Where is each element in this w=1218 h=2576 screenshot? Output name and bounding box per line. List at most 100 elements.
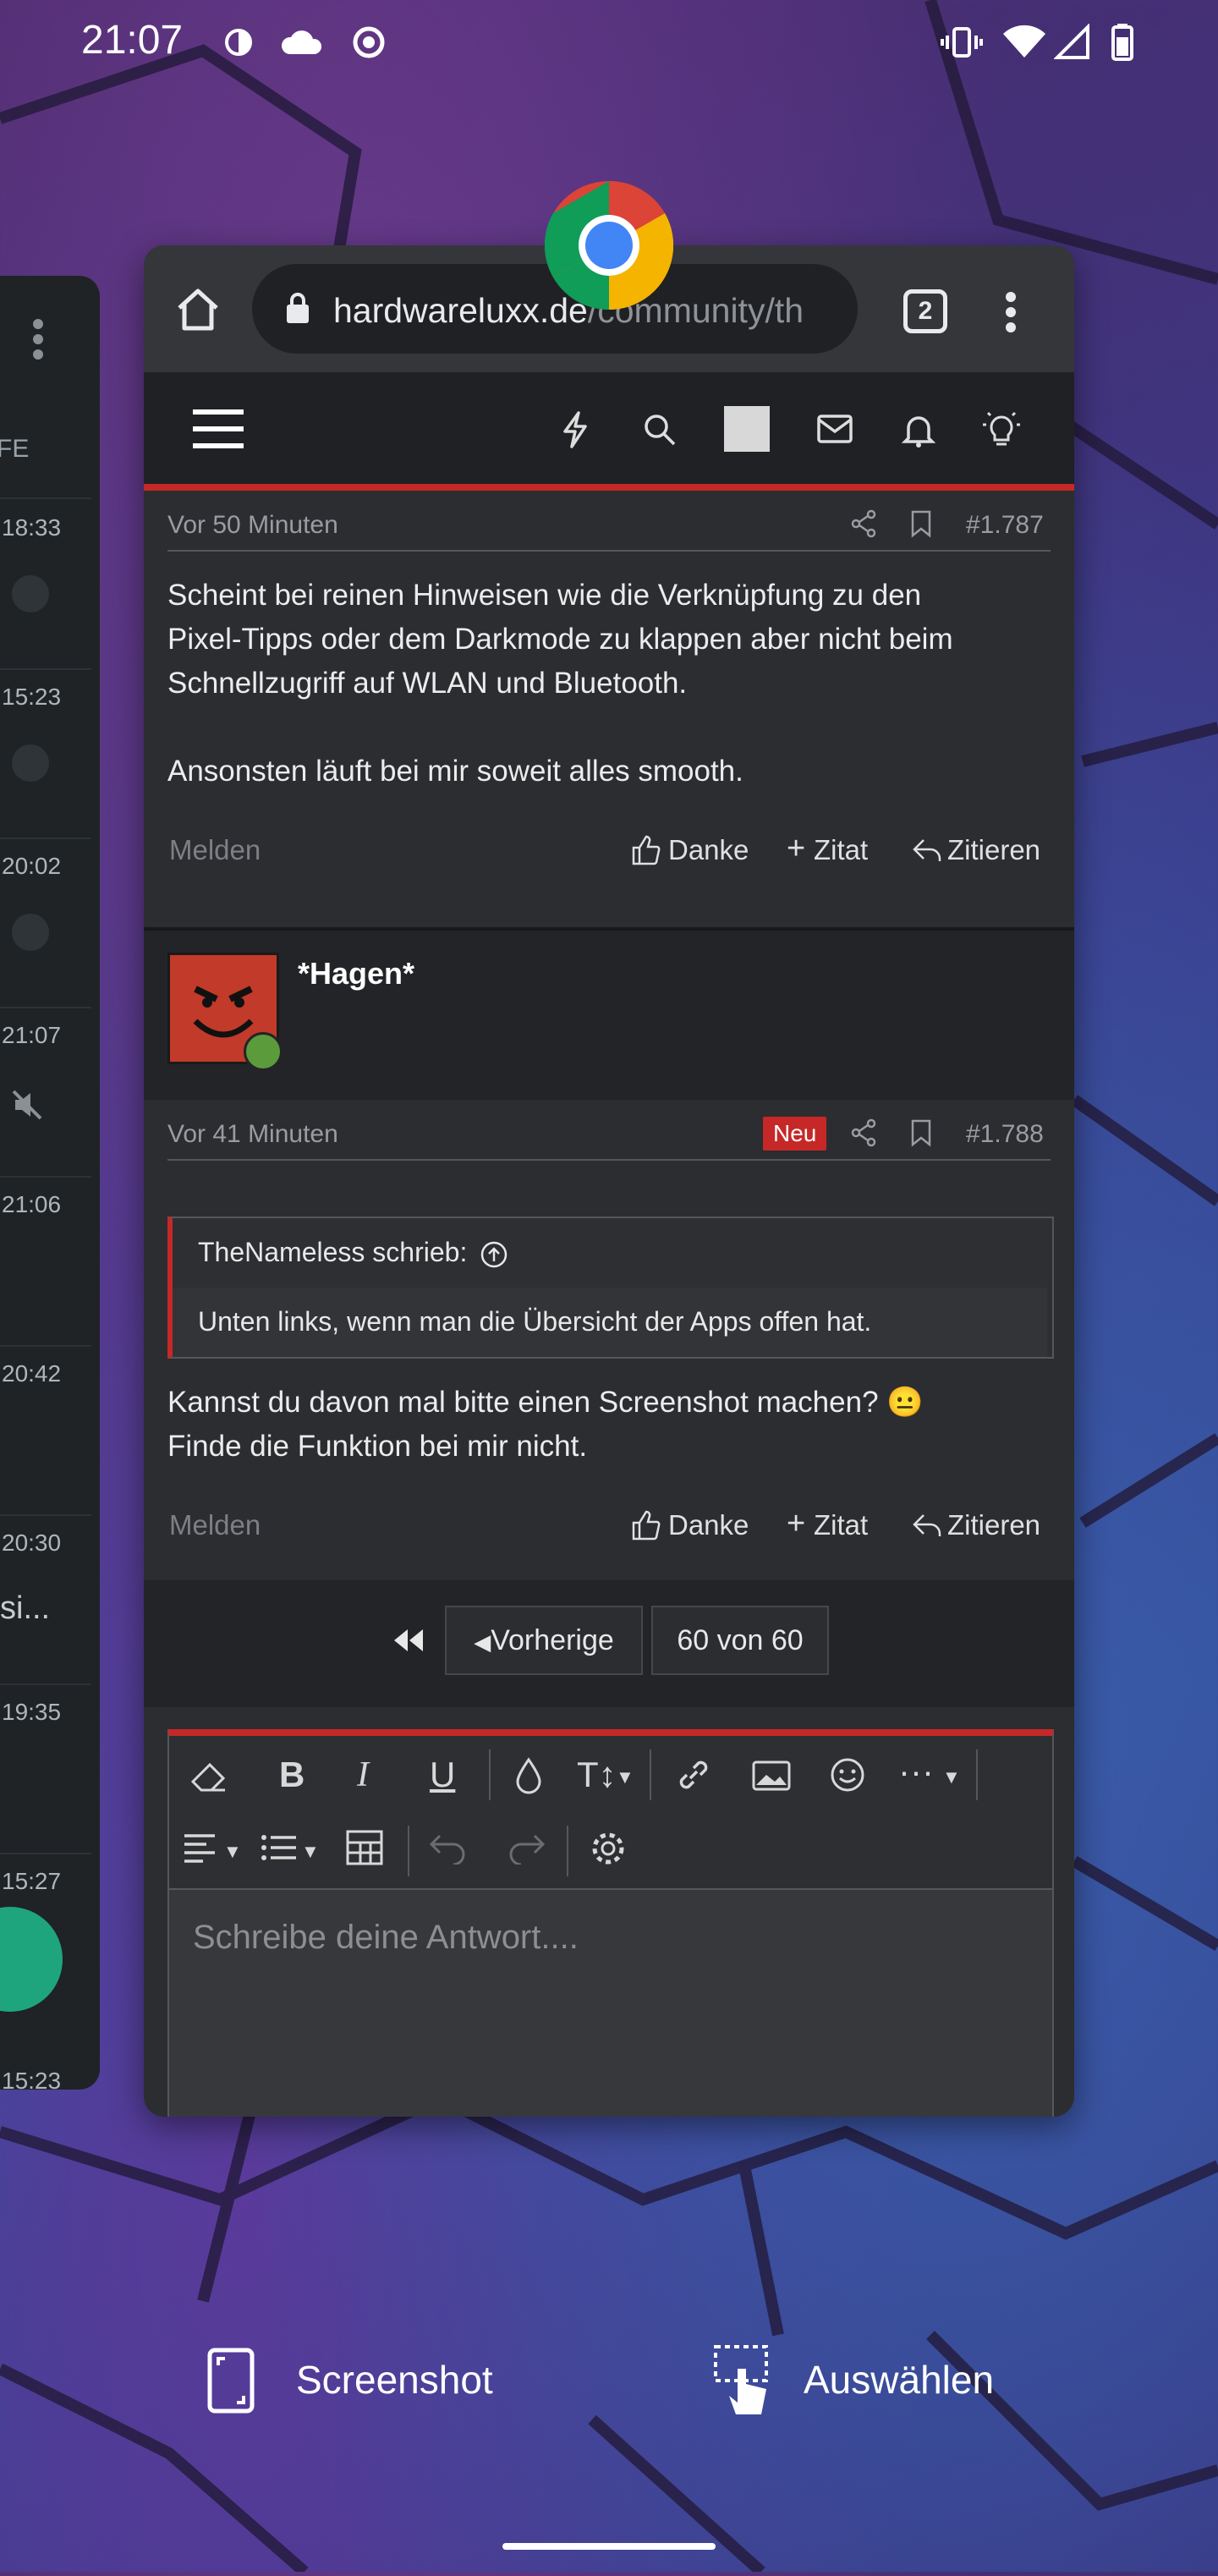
pin-icon	[12, 744, 49, 782]
record-icon	[353, 26, 385, 58]
search-icon[interactable]	[643, 413, 677, 447]
report-link[interactable]: Melden	[169, 834, 261, 866]
eraser-icon[interactable]	[189, 1758, 228, 1793]
signal-icon	[1054, 24, 1089, 59]
chevron-down-icon: ▼	[301, 1841, 320, 1862]
quote-header[interactable]: TheNameless schrieb:	[198, 1237, 508, 1269]
post-time: Vor 41 Minuten	[167, 1120, 338, 1148]
underline-icon[interactable]: U	[430, 1755, 455, 1795]
list-item[interactable]: 20:02	[0, 838, 91, 1008]
more-menu-icon[interactable]	[1005, 291, 1017, 333]
battery-icon	[1111, 24, 1133, 61]
thanks-button[interactable]: Danke	[668, 1509, 749, 1541]
recent-app-card-left[interactable]: FE 18:33 15:23 20:02 21:07 21:06 20:42 2…	[0, 276, 100, 2090]
compose-fab[interactable]	[0, 1907, 63, 2012]
plus-icon: +	[787, 1506, 806, 1541]
list-item[interactable]: 18:33	[0, 499, 91, 670]
gesture-nav-handle[interactable]	[502, 2543, 716, 2550]
chevron-left-icon: ◀	[474, 1629, 491, 1655]
wifi-icon	[1003, 25, 1045, 58]
hamburger-menu-icon[interactable]	[193, 408, 244, 450]
lightning-icon[interactable]	[560, 411, 590, 448]
lock-icon	[287, 293, 309, 323]
chevron-down-icon: ▼	[223, 1841, 242, 1862]
editor-toolbar: B I U T↕ ▼ ··· ▼ ▼ ▼	[169, 1736, 1052, 1890]
add-quote-button[interactable]: Zitat	[814, 834, 868, 866]
new-badge: Neu	[763, 1117, 827, 1151]
bookmark-icon[interactable]	[910, 1118, 932, 1147]
reply-icon	[913, 839, 941, 861]
link-icon[interactable]	[673, 1755, 714, 1795]
screenshot-icon	[207, 2348, 255, 2414]
post-number[interactable]: #1.788	[966, 1120, 1044, 1149]
first-page-icon[interactable]	[391, 1628, 425, 1653]
muted-icon	[12, 1090, 42, 1120]
post-author-header: *Hagen*	[144, 927, 1074, 1100]
reply-textarea[interactable]: Schreibe deine Antwort....	[169, 1890, 1052, 2117]
home-icon[interactable]	[174, 286, 222, 332]
mail-icon[interactable]	[817, 415, 853, 443]
thumbs-up-icon	[632, 835, 661, 865]
recent-app-card-chrome[interactable]: hardwareluxx.de/community/th 2 Vor 50 Mi…	[144, 245, 1074, 2117]
post-body: Scheint bei reinen Hinweisen wie die Ver…	[167, 579, 953, 788]
quote-block: TheNameless schrieb: Unten links, wenn m…	[167, 1217, 1054, 1359]
list-item[interactable]: 19:35	[0, 1683, 91, 1854]
thanks-button[interactable]: Danke	[668, 834, 749, 866]
chrome-app-icon[interactable]	[545, 181, 673, 310]
arrow-up-circle-icon[interactable]	[480, 1240, 508, 1269]
image-icon[interactable]	[751, 1760, 792, 1792]
color-drop-icon[interactable]	[514, 1756, 543, 1795]
select-touch-icon	[714, 2345, 768, 2414]
share-icon[interactable]	[851, 509, 878, 538]
emoji-icon[interactable]	[829, 1756, 866, 1793]
reply-editor: B I U T↕ ▼ ··· ▼ ▼ ▼ Schreibe deine Antw…	[167, 1729, 1054, 2117]
table-icon[interactable]	[345, 1829, 384, 1866]
left-card-label: FE	[0, 435, 30, 463]
post-number[interactable]: #1.787	[966, 511, 1044, 540]
list-item[interactable]: 15:23	[0, 668, 91, 839]
bold-icon[interactable]: B	[279, 1755, 304, 1795]
reply-button[interactable]: Zitieren	[947, 1509, 1040, 1541]
pagination: ◀Vorherige 60 von 60	[144, 1580, 1074, 1707]
user-avatar[interactable]	[724, 406, 770, 452]
redo-icon[interactable]	[506, 1831, 546, 1865]
author-name[interactable]: *Hagen*	[298, 956, 414, 991]
reply-button[interactable]: Zitieren	[947, 834, 1040, 866]
italic-icon[interactable]: I	[357, 1755, 369, 1795]
overflow-menu-icon	[33, 319, 43, 360]
post-body: Kannst du davon mal bitte einen Screensh…	[167, 1386, 924, 1463]
reply-placeholder: Schreibe deine Antwort....	[193, 1919, 579, 1956]
share-icon[interactable]	[851, 1118, 878, 1147]
tab-switcher-button[interactable]: 2	[903, 289, 947, 333]
list-icon[interactable]	[259, 1831, 299, 1865]
settings-icon[interactable]	[589, 1829, 628, 1868]
pin-icon	[12, 914, 49, 951]
post-time: Vor 50 Minuten	[167, 511, 338, 539]
list-item[interactable]: 20:30 si...	[0, 1514, 91, 1685]
undo-icon[interactable]	[428, 1831, 469, 1865]
list-item[interactable]: 20:42	[0, 1345, 91, 1516]
lightbulb-icon[interactable]	[981, 409, 1022, 448]
list-item[interactable]: 15:27	[0, 1853, 91, 2022]
data-saver-icon	[225, 29, 252, 56]
bookmark-icon[interactable]	[910, 509, 932, 538]
more-options-icon[interactable]: ···	[898, 1751, 934, 1792]
status-bar: 21:07	[0, 0, 1218, 85]
vibrate-icon	[941, 27, 983, 58]
cloud-icon	[281, 30, 322, 54]
list-item[interactable]: 21:07	[0, 1007, 91, 1178]
previous-page-button[interactable]: ◀Vorherige	[445, 1606, 643, 1675]
list-item[interactable]: 21:06	[0, 1176, 91, 1347]
report-link[interactable]: Melden	[169, 1509, 261, 1541]
bell-icon[interactable]	[902, 411, 935, 448]
recents-actions: Screenshot Auswählen	[0, 2335, 1218, 2419]
font-size-icon[interactable]: T↕	[577, 1755, 617, 1795]
align-icon[interactable]	[181, 1831, 222, 1865]
forum-post: Vor 50 Minuten #1.787 Scheint bei reinen…	[144, 491, 1074, 914]
thumbs-up-icon	[632, 1510, 661, 1541]
site-nav-bar	[144, 372, 1074, 491]
page-indicator[interactable]: 60 von 60	[651, 1606, 829, 1675]
plus-icon: +	[787, 831, 806, 866]
add-quote-button[interactable]: Zitat	[814, 1509, 868, 1541]
chevron-down-icon: ▼	[942, 1766, 961, 1788]
